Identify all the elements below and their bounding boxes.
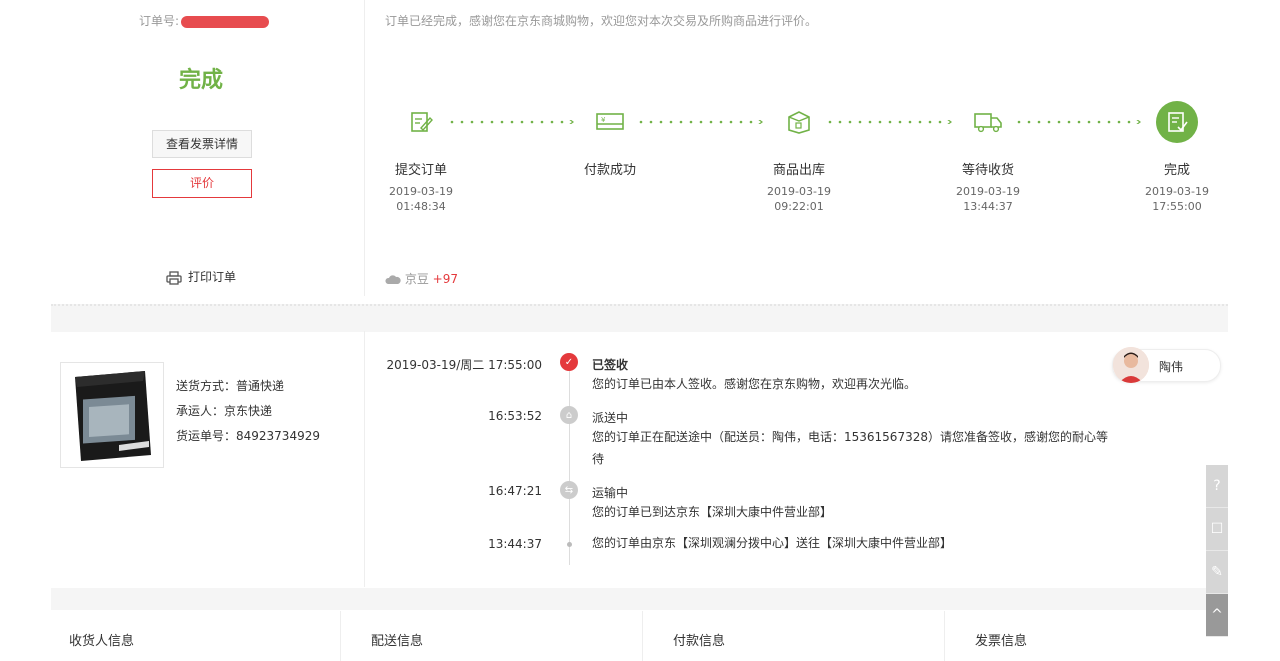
step-label: 完成 xyxy=(1163,163,1190,178)
tab-delivery[interactable]: 配送信息 xyxy=(353,611,643,661)
feedback-icon[interactable]: ☐ xyxy=(1206,508,1228,551)
step-label: 付款成功 xyxy=(583,163,636,178)
section-divider xyxy=(51,304,1228,332)
svg-text:¥: ¥ xyxy=(601,116,606,124)
order-summary-panel: 订单号: 完成 查看发票详情 评价 打印订单 xyxy=(51,0,365,296)
event-description: 您的订单已到达京东【深圳大康中件营业部】 xyxy=(592,505,833,519)
cloud-icon xyxy=(385,275,401,284)
delivery-person-icon: ⌂ xyxy=(560,406,578,424)
step-time: 2019-03-19 01:48:34 xyxy=(389,185,453,213)
order-info-tabs: 收货人信息 配送信息 付款信息 发票信息 xyxy=(51,611,1228,661)
order-message: 订单已经完成，感谢您在京东商城购物，欢迎您对本次交易及所购商品进行评价。 xyxy=(385,14,818,28)
event-time: 16:47:21 xyxy=(488,484,542,498)
tab-consignee[interactable]: 收货人信息 xyxy=(51,611,341,661)
jd-beans: 京豆 +97 xyxy=(385,270,458,287)
event-description: 您的订单正在配送途中（配送员：陶伟，电话：15361567328）请您准备签收，… xyxy=(592,430,1108,466)
delivery-truck-icon xyxy=(967,101,1009,143)
step-label: 提交订单 xyxy=(394,163,447,178)
event-title: 运输中 xyxy=(592,486,629,500)
floating-toolbar: ? ☐ ✎ ^ xyxy=(1206,465,1228,637)
print-order-link[interactable]: 打印订单 xyxy=(166,268,236,285)
step-out-of-warehouse: 商品出库 2019-03-19 09:22:01 xyxy=(739,101,859,214)
beans-label: 京豆 xyxy=(404,272,429,286)
event-time: 16:53:52 xyxy=(488,409,542,423)
timeline-dot xyxy=(567,542,572,547)
package-box-icon xyxy=(778,101,820,143)
order-status-card: 订单号: 完成 查看发票详情 评价 打印订单 订单已经完成，感谢您在京东商城购物… xyxy=(51,0,1228,296)
redacted-order-number xyxy=(181,15,270,28)
beans-value: +97 xyxy=(432,272,458,286)
event-title: 派送中 xyxy=(592,411,629,425)
step-label: 等待收货 xyxy=(961,163,1014,178)
edit-order-icon xyxy=(400,101,442,143)
tab-invoice[interactable]: 发票信息 xyxy=(957,611,1227,661)
order-number: 订单号: xyxy=(139,12,270,29)
event-time: 2019-03-19/周二 17:55:00 xyxy=(386,358,543,372)
section-divider xyxy=(51,588,1228,610)
checkmark-icon: ✓ xyxy=(560,353,578,371)
event-title: 已签收 xyxy=(592,358,629,372)
tracking-timeline: 2019-03-19/周二 17:55:00 ✓ 已签收 您的订单已由本人签收。… xyxy=(365,331,1228,587)
order-status: 完成 xyxy=(178,68,223,93)
tab-payment[interactable]: 付款信息 xyxy=(655,611,945,661)
event-time: 13:44:37 xyxy=(488,537,542,551)
review-button[interactable]: 评价 xyxy=(152,169,252,198)
print-order-label: 打印订单 xyxy=(188,270,237,284)
shipping-carrier: 承运人：京东快递 xyxy=(176,404,273,418)
edit-icon[interactable]: ✎ xyxy=(1206,551,1228,594)
step-time: 2019-03-19 17:55:00 xyxy=(1145,185,1209,213)
shipping-details: 送货方式：普通快递 承运人：京东快递 货运单号：84923734929 xyxy=(176,374,320,449)
transit-icon: ⇆ xyxy=(560,481,578,499)
step-awaiting-receipt: 等待收货 2019-03-19 13:44:37 xyxy=(928,101,1048,214)
help-icon[interactable]: ? xyxy=(1206,465,1228,508)
shipping-method: 送货方式：普通快递 xyxy=(176,379,285,393)
timeline-line xyxy=(569,365,570,565)
back-to-top-icon[interactable]: ^ xyxy=(1206,594,1228,637)
step-submit-order: 提交订单 2019-03-19 01:48:34 xyxy=(361,101,481,214)
order-number-label: 订单号: xyxy=(139,14,180,28)
step-complete: 完成 2019-03-19 17:55:00 xyxy=(1117,101,1237,214)
shipment-info-panel: 送货方式：普通快递 承运人：京东快递 货运单号：84923734929 xyxy=(51,331,365,587)
step-label: 商品出库 xyxy=(772,163,825,178)
courier-name: 陶伟 xyxy=(1159,360,1184,374)
courier-avatar xyxy=(1113,347,1149,383)
product-thumbnail[interactable] xyxy=(60,362,164,468)
complete-check-icon xyxy=(1156,101,1198,143)
step-payment-success: ¥ 付款成功 xyxy=(550,101,670,178)
event-description: 您的订单已由本人签收。感谢您在京东购物，欢迎再次光临。 xyxy=(592,377,917,391)
printer-icon xyxy=(166,270,182,285)
courier-contact[interactable]: 陶伟 xyxy=(1112,347,1221,383)
event-description: 您的订单由京东【深圳观澜分拨中心】送往【深圳大康中件营业部】 xyxy=(592,536,953,550)
view-invoice-button[interactable]: 查看发票详情 xyxy=(152,130,252,158)
payment-card-icon: ¥ xyxy=(589,101,631,143)
step-time: 2019-03-19 13:44:37 xyxy=(956,185,1020,213)
tracking-section: 送货方式：普通快递 承运人：京东快递 货运单号：84923734929 2019… xyxy=(51,331,1228,587)
step-time: 2019-03-19 09:22:01 xyxy=(767,185,831,213)
tracking-number: 货运单号：84923734929 xyxy=(176,429,320,443)
order-progress-panel: 订单已经完成，感谢您在京东商城购物，欢迎您对本次交易及所购商品进行评价。 提交订… xyxy=(365,0,1228,296)
